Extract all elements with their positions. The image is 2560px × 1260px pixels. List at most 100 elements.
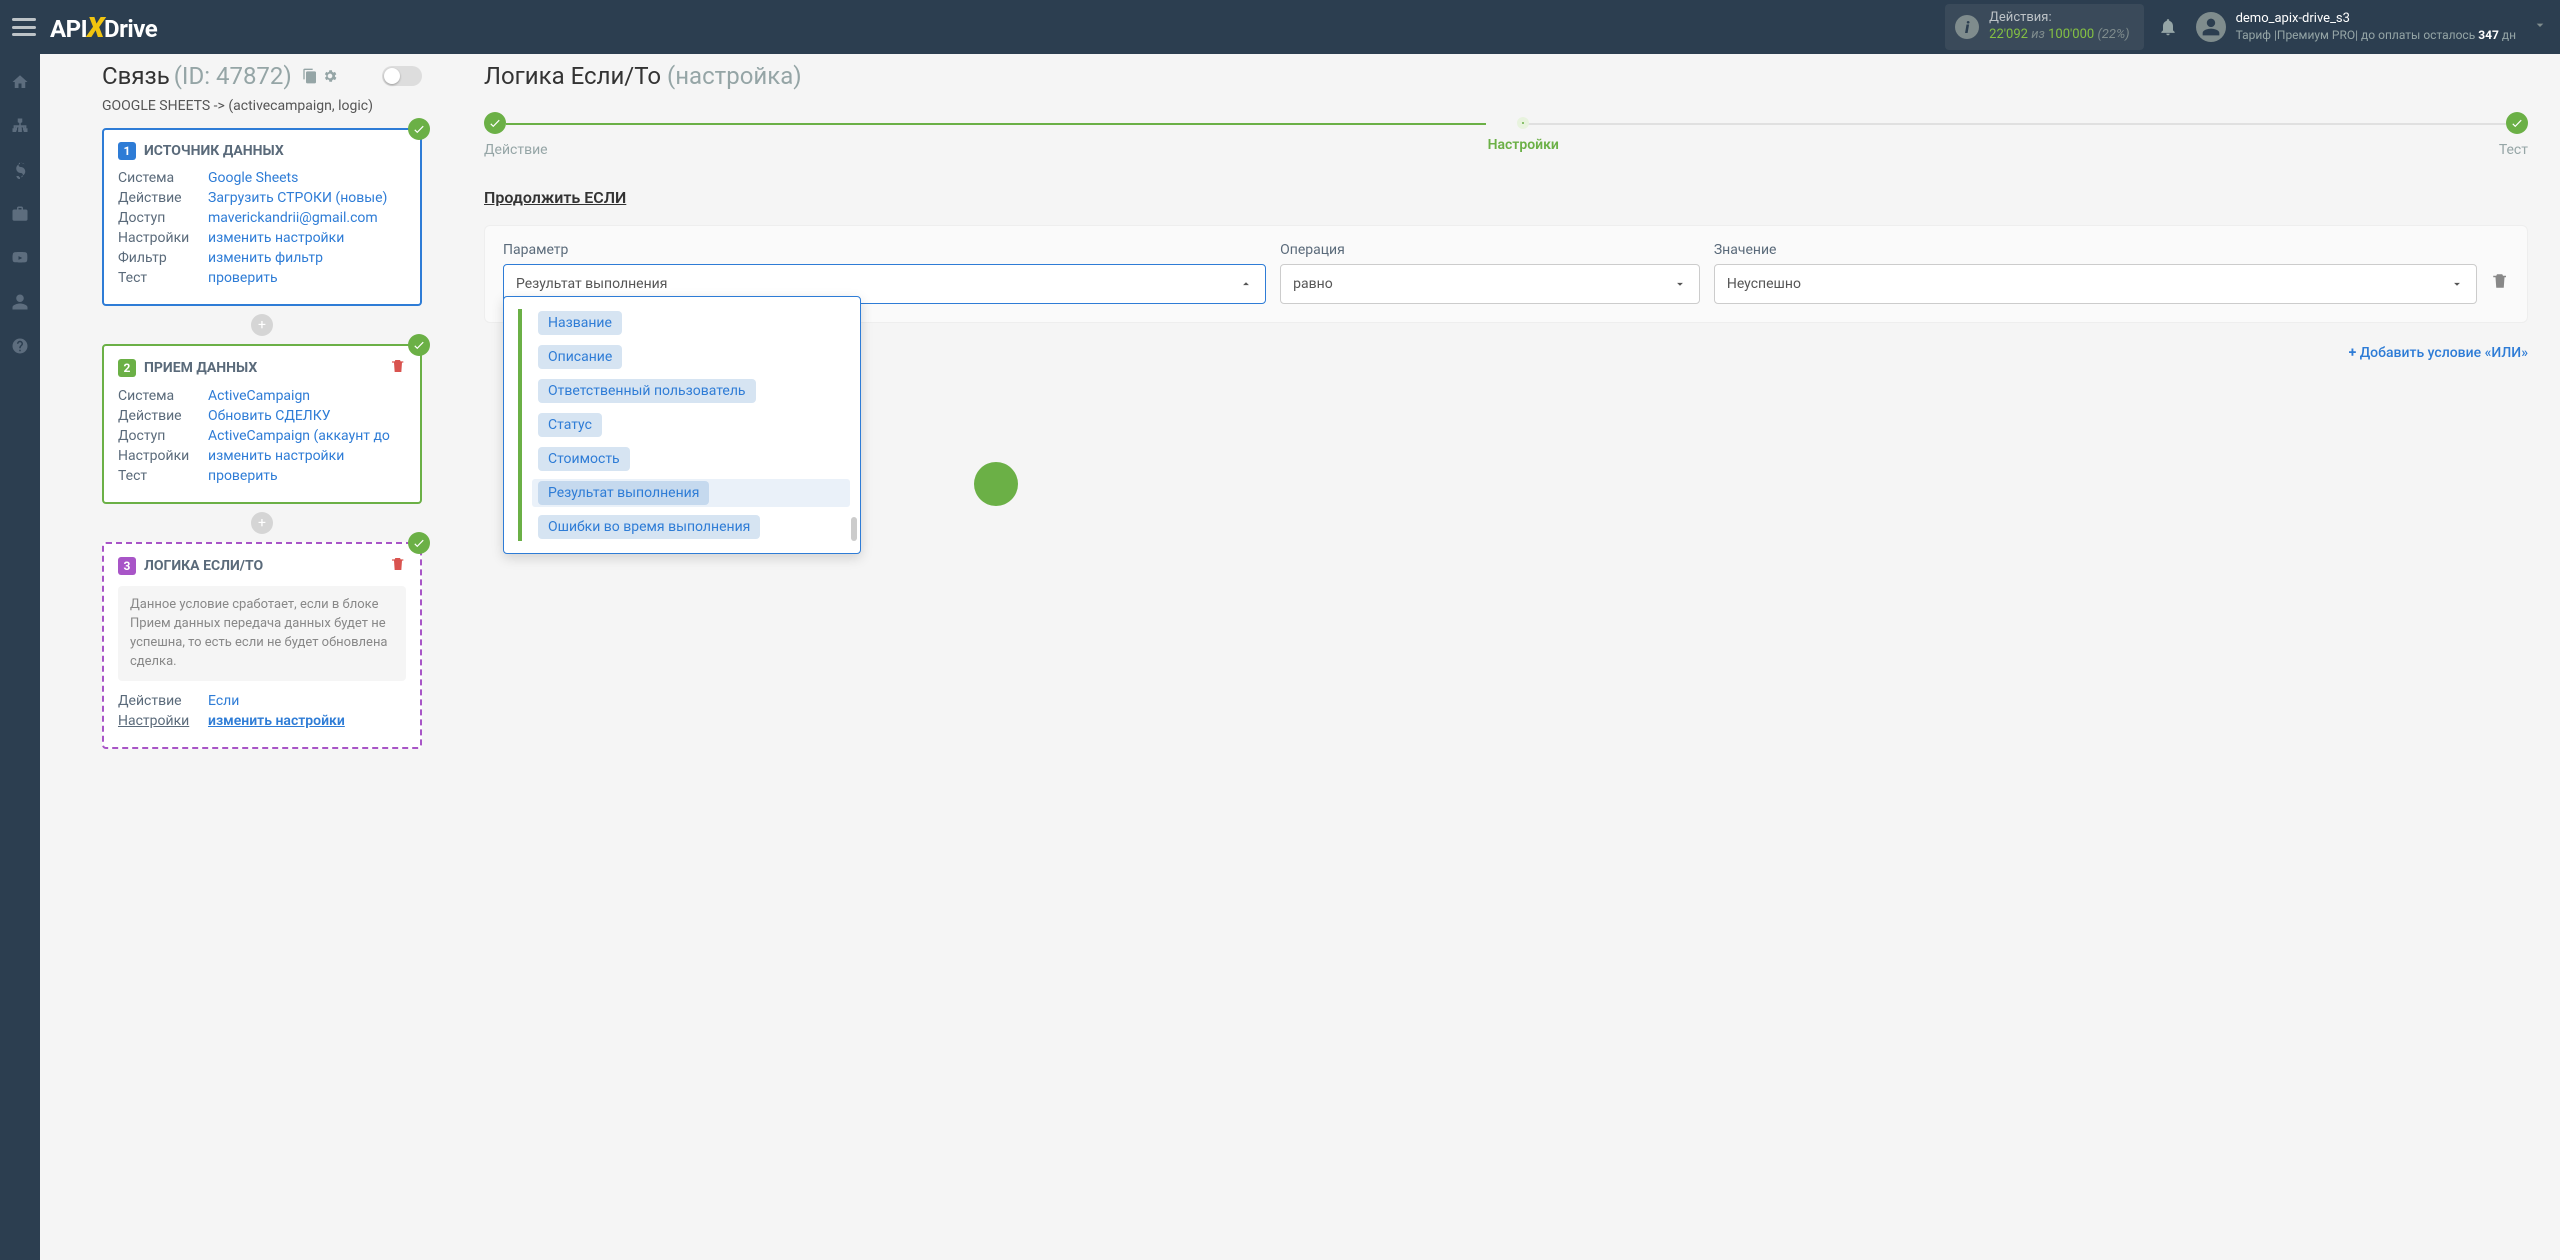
val-select[interactable]: Неуспешно	[1714, 264, 2477, 304]
trash-icon[interactable]	[390, 556, 406, 576]
logo-drive: Drive	[104, 15, 157, 43]
nav-dollar-icon[interactable]	[0, 150, 40, 190]
b3-settings-lbl: Настройки	[118, 713, 198, 729]
b3-action-val[interactable]: Если	[208, 693, 239, 709]
step2-label: Настройки	[1488, 137, 1559, 153]
block3-title: ЛОГИКА ЕСЛИ/ТО	[144, 558, 263, 574]
connection-id: (ID: 47872)	[174, 62, 292, 90]
nav-help-icon[interactable]	[0, 326, 40, 366]
logo-api: API	[50, 15, 87, 43]
gear-icon[interactable]	[322, 68, 338, 88]
add-between-button-1[interactable]: +	[251, 314, 273, 336]
step-test[interactable]: Тест	[2499, 112, 2528, 158]
dd-option-status[interactable]: Статус	[538, 413, 602, 437]
avatar[interactable]	[2196, 12, 2226, 42]
b1-test-val[interactable]: проверить	[208, 270, 278, 286]
sidenav	[0, 54, 40, 1260]
b1-test-lbl: Тест	[118, 270, 198, 286]
b2-test-val[interactable]: проверить	[208, 468, 278, 484]
connection-title: Связь	[102, 62, 170, 90]
dd-option-errors[interactable]: Ошибки во время выполнения	[538, 515, 760, 539]
b1-action-lbl: Действие	[118, 190, 198, 206]
bell-icon[interactable]	[2158, 17, 2178, 37]
step-settings[interactable]: Настройки	[1488, 117, 1559, 153]
trash-icon[interactable]	[390, 358, 406, 378]
b1-settings-lbl: Настройки	[118, 230, 198, 246]
dd-option-owner[interactable]: Ответственный пользователь	[538, 379, 756, 403]
param-selected: Результат выполнения	[516, 276, 667, 292]
b3-action-lbl: Действие	[118, 693, 198, 709]
chevron-down-icon[interactable]	[2532, 17, 2548, 37]
delete-condition-icon[interactable]	[2491, 272, 2509, 294]
b2-system-lbl: Система	[118, 388, 198, 404]
val-selected: Неуспешно	[1727, 276, 1801, 292]
right-panel: Логика Если/То (настройка) Действие Наст…	[484, 62, 2528, 1260]
param-label: Параметр	[503, 242, 1266, 258]
b1-access-val[interactable]: maverickandrii@gmail.com	[208, 210, 378, 226]
check-icon	[408, 334, 430, 356]
b2-action-lbl: Действие	[118, 408, 198, 424]
b2-action-val[interactable]: Обновить СДЕЛКУ	[208, 408, 331, 424]
nav-sitemap-icon[interactable]	[0, 106, 40, 146]
b2-settings-lbl: Настройки	[118, 448, 198, 464]
param-dropdown: Название Описание Ответственный пользова…	[503, 296, 861, 554]
actions-label: Действия:	[1989, 10, 2129, 27]
b2-access-lbl: Доступ	[118, 428, 198, 444]
add-between-button-2[interactable]: +	[251, 512, 273, 534]
step3-label: Тест	[2499, 142, 2528, 158]
step-action[interactable]: Действие	[484, 112, 548, 158]
tariff-days: 347	[2478, 28, 2499, 42]
b2-test-lbl: Тест	[118, 468, 198, 484]
op-select[interactable]: равно	[1280, 264, 1700, 304]
block3-note: Данное условие сработает, если в блоке П…	[118, 586, 406, 681]
actions-counter[interactable]: i Действия: 22'092 из 100'000 (22%)	[1945, 4, 2143, 50]
b1-action-val[interactable]: Загрузить СТРОКИ (новые)	[208, 190, 387, 206]
tariff-text: Тариф |Премиум PRO| до оплаты осталось	[2236, 28, 2479, 42]
block1-title: ИСТОЧНИК ДАННЫХ	[144, 143, 284, 159]
dd-option-name[interactable]: Название	[538, 311, 622, 335]
user-block[interactable]: demo_apix-drive_s3 Тариф |Премиум PRO| д…	[2236, 11, 2516, 43]
block-logic[interactable]: 3 ЛОГИКА ЕСЛИ/ТО Данное условие сработае…	[102, 542, 422, 749]
dd-option-result[interactable]: Результат выполнения	[538, 481, 709, 505]
steps: Действие Настройки Тест	[484, 112, 2528, 158]
user-name: demo_apix-drive_s3	[2236, 11, 2516, 28]
b1-system-val[interactable]: Google Sheets	[208, 170, 298, 186]
logo-x: X	[87, 11, 104, 44]
dd-option-description[interactable]: Описание	[538, 345, 622, 369]
op-label: Операция	[1280, 242, 1700, 258]
nav-home-icon[interactable]	[0, 62, 40, 102]
dropdown-scrollbar[interactable]	[851, 517, 857, 541]
condition-card: Параметр Результат выполнения Операция р…	[484, 225, 2528, 323]
nav-user-icon[interactable]	[0, 282, 40, 322]
actions-total: 100'000	[2048, 27, 2094, 42]
connection-subtitle: GOOGLE SHEETS -> (activecampaign, logic)	[102, 98, 422, 114]
step1-label: Действие	[484, 142, 548, 158]
page-title: Логика Если/То	[484, 62, 661, 90]
actions-pct: (22%)	[2097, 27, 2129, 42]
b1-access-lbl: Доступ	[118, 210, 198, 226]
left-panel: Связь (ID: 47872) GOOGLE SHEETS -> (acti…	[102, 62, 422, 1260]
b2-access-val[interactable]: ActiveCampaign (аккаунт до	[208, 428, 390, 444]
nav-briefcase-icon[interactable]	[0, 194, 40, 234]
block-source[interactable]: 1 ИСТОЧНИК ДАННЫХ СистемаGoogle Sheets Д…	[102, 128, 422, 306]
b2-settings-val[interactable]: изменить настройки	[208, 448, 344, 464]
dd-option-cost[interactable]: Стоимость	[538, 447, 630, 471]
val-label: Значение	[1714, 242, 2477, 258]
copy-icon[interactable]	[302, 68, 318, 88]
connection-toggle[interactable]	[382, 66, 422, 86]
hamburger-menu[interactable]	[12, 18, 36, 36]
nav-youtube-icon[interactable]	[0, 238, 40, 278]
b1-filter-val[interactable]: изменить фильтр	[208, 250, 323, 266]
b2-system-val[interactable]: ActiveCampaign	[208, 388, 310, 404]
block2-num: 2	[118, 359, 136, 377]
b1-settings-val[interactable]: изменить настройки	[208, 230, 344, 246]
block-destination[interactable]: 2 ПРИЕМ ДАННЫХ СистемаActiveCampaign Дей…	[102, 344, 422, 504]
b3-settings-val[interactable]: изменить настройки	[208, 713, 345, 729]
add-or-label: Добавить условие «ИЛИ»	[2360, 345, 2528, 361]
b1-filter-lbl: Фильтр	[118, 250, 198, 266]
check-icon	[408, 118, 430, 140]
info-icon: i	[1955, 15, 1979, 39]
fab-button[interactable]	[974, 462, 1018, 506]
logo[interactable]: APIXDrive	[50, 11, 157, 44]
page-title-sub: (настройка)	[667, 62, 802, 90]
